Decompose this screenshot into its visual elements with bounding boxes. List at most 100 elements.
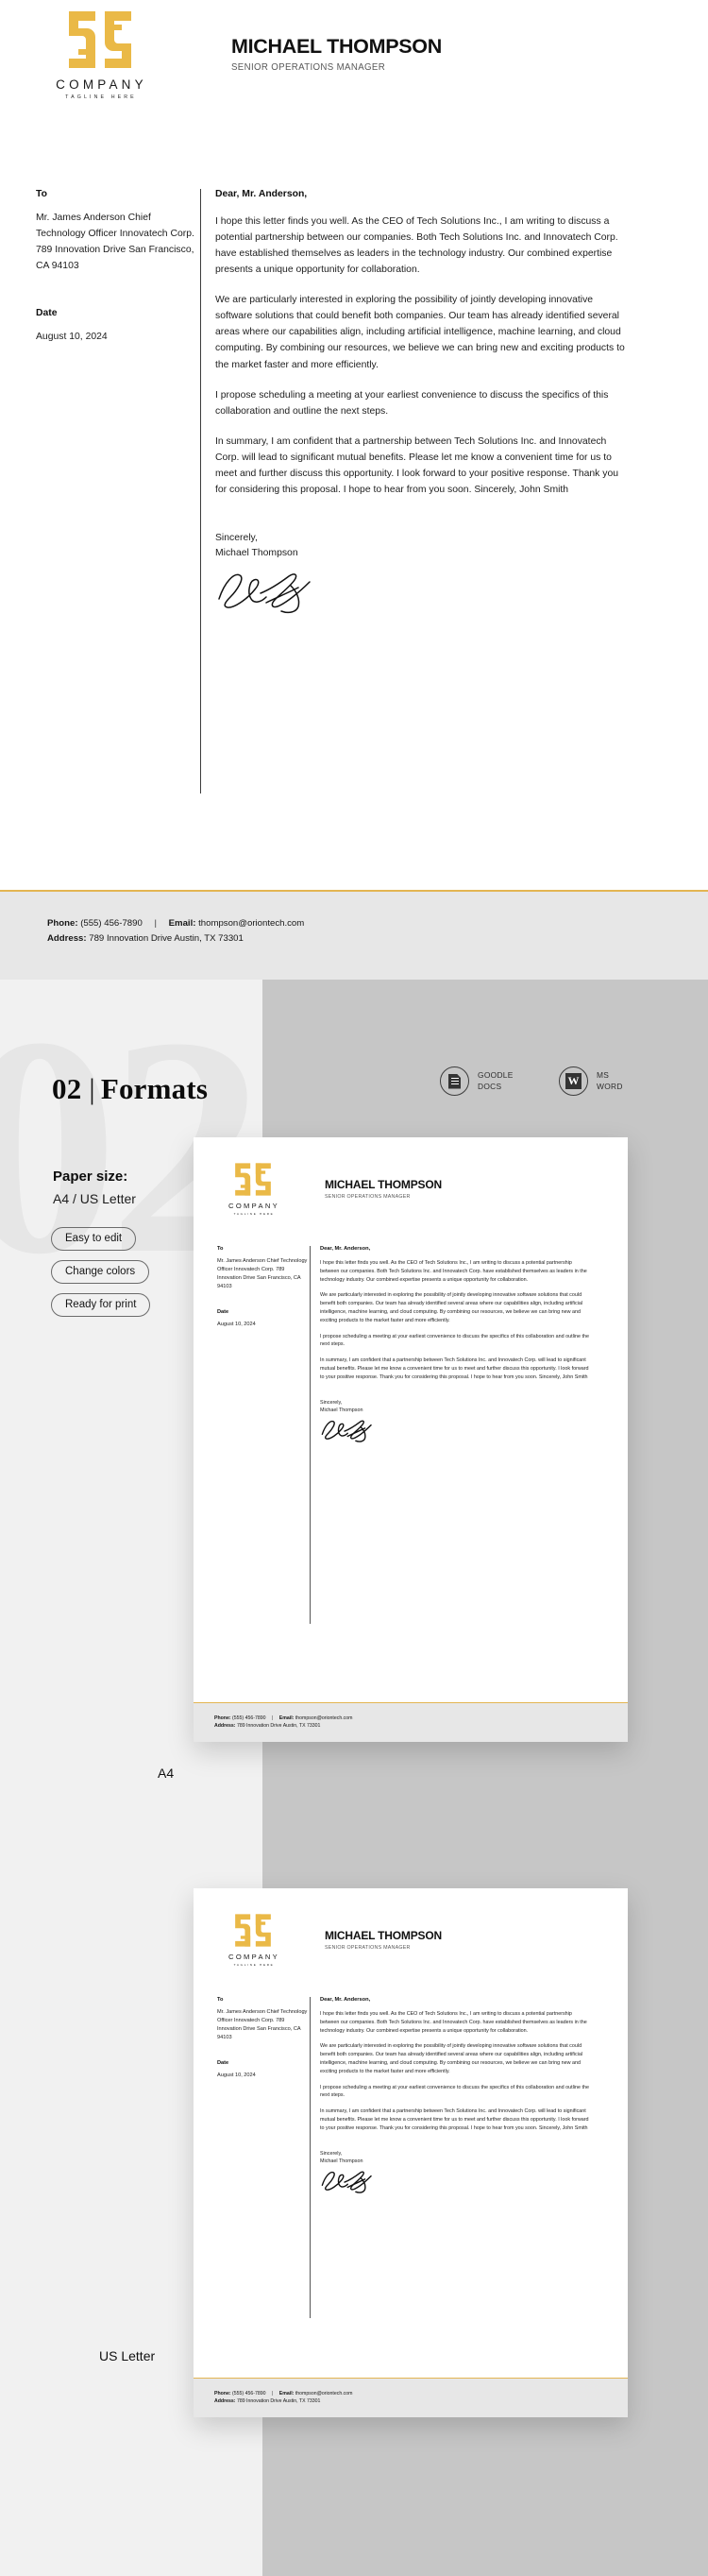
letter-paragraph: In summary, I am confident that a partne… bbox=[215, 435, 619, 495]
letter-content-column: Dear, Mr. Anderson, I hope this letter f… bbox=[320, 1246, 589, 1448]
closing-line: Sincerely, bbox=[215, 532, 258, 543]
vertical-divider bbox=[310, 1246, 311, 1624]
letterhead-template-page: COMPANY TAGLINE HERE MICHAEL THOMPSON SE… bbox=[0, 0, 708, 2576]
date-label: Date bbox=[217, 1309, 229, 1316]
formats-section: 02 02 | Formats Paper size: A4 / US Letter… bbox=[0, 980, 708, 2576]
phone-label: Phone: bbox=[214, 2391, 231, 2397]
to-label: To bbox=[217, 1997, 224, 2003]
handwritten-signature-icon bbox=[218, 573, 311, 614]
letterhead-preview-full: COMPANY TAGLINE HERE MICHAEL THOMPSON SE… bbox=[0, 0, 708, 980]
letter-paragraph: We are particularly interested in explor… bbox=[320, 2043, 583, 2074]
footer-contact-info: Phone: (555) 456-7890 | Email: thompson@… bbox=[47, 916, 304, 946]
letter-paragraph: I propose scheduling a meeting at your e… bbox=[320, 2084, 589, 2099]
letter-content-column: Dear, Mr. Anderson, I hope this letter f… bbox=[320, 1997, 589, 2199]
badge-line2: WORD bbox=[597, 1081, 623, 1091]
footer-line-address: Address: 789 Innovation Drive Austin, TX… bbox=[214, 1722, 628, 1730]
recipient-identity: MICHAEL THOMPSON SENIOR OPERATIONS MANAG… bbox=[325, 1178, 442, 1200]
letterhead-header: COMPANY TAGLINE HERE MICHAEL THOMPSON SE… bbox=[0, 0, 708, 109]
footer-line-phone-email: Phone: (555) 456-7890 | Email: thompson@… bbox=[47, 916, 304, 931]
to-address: Mr. James Anderson Chief Technology Offi… bbox=[217, 1258, 308, 1290]
company-tagline: TAGLINE HERE bbox=[233, 1212, 275, 1216]
format-badge-ms-word[interactable]: W MS WORD bbox=[559, 1066, 623, 1096]
handwritten-signature-icon bbox=[321, 1420, 372, 1443]
feature-pill-ready-for-print[interactable]: Ready for print bbox=[51, 1293, 151, 1317]
address-label: Address: bbox=[214, 2398, 236, 2405]
salutation: Dear, Mr. Anderson, bbox=[320, 1246, 371, 1252]
address-label: Address: bbox=[47, 932, 87, 944]
address-value: 789 Innovation Drive Austin, TX 73301 bbox=[236, 2398, 321, 2405]
letter-paragraph: I propose scheduling a meeting at your e… bbox=[320, 1333, 589, 1348]
letter-paragraph: In summary, I am confident that a partne… bbox=[320, 1357, 589, 1380]
letter-paragraph: We are particularly interested in explor… bbox=[215, 295, 625, 370]
paper-size-label: Paper size: bbox=[53, 1169, 128, 1185]
salutation: Dear, Mr. Anderson, bbox=[320, 1997, 371, 2003]
ms-word-icon: W bbox=[559, 1066, 588, 1096]
date-value: August 10, 2024 bbox=[217, 1322, 256, 1328]
footer-line-phone-email: Phone: (555) 456-7890 | Email: thompson@… bbox=[214, 1714, 628, 1722]
footer-line-address: Address: 789 Innovation Drive Austin, TX… bbox=[47, 931, 304, 947]
format-badge-google-docs[interactable]: GOODLE DOCS bbox=[440, 1066, 514, 1096]
phone-value: (555) 456-7890 bbox=[80, 918, 143, 929]
heading-divider: | bbox=[89, 1072, 95, 1105]
closing-block: Sincerely, Michael Thompson bbox=[320, 2150, 589, 2166]
closing-block: Sincerely, Michael Thompson bbox=[320, 1399, 589, 1415]
paper-size-value: A4 / US Letter bbox=[53, 1191, 136, 1206]
feature-pill-easy-to-edit[interactable]: Easy to edit bbox=[51, 1227, 137, 1251]
email-value: thompson@oriontech.com bbox=[198, 918, 305, 929]
company-monogram-icon bbox=[235, 1163, 271, 1196]
brand-logo: COMPANY TAGLINE HERE bbox=[26, 9, 173, 100]
letter-meta-column: To Mr. James Anderson Chief Technology O… bbox=[217, 1246, 308, 1329]
person-title: SENIOR OPERATIONS MANAGER bbox=[325, 1945, 411, 1951]
date-label: Date bbox=[36, 308, 58, 319]
date-value: August 10, 2024 bbox=[217, 2073, 256, 2079]
closing-line: Sincerely, bbox=[320, 2150, 343, 2157]
phone-label: Phone: bbox=[214, 1715, 231, 1721]
meta-spacer bbox=[36, 274, 198, 308]
closing-name: Michael Thompson bbox=[320, 1407, 363, 1413]
letter-paragraph: In summary, I am confident that a partne… bbox=[320, 2108, 589, 2131]
person-name: MICHAEL THOMPSON bbox=[325, 1929, 442, 1942]
feature-pill-change-colors[interactable]: Change colors bbox=[51, 1260, 150, 1284]
salutation: Dear, Mr. Anderson, bbox=[215, 189, 308, 199]
closing-line: Sincerely, bbox=[320, 1399, 343, 1406]
company-name: COMPANY bbox=[56, 77, 147, 92]
letterhead-footer: Phone: (555) 456-7890 | Email: thompson@… bbox=[194, 2378, 628, 2417]
email-value: thompson@oriontech.com bbox=[295, 1715, 353, 1721]
vertical-divider bbox=[200, 189, 201, 793]
recipient-identity: MICHAEL THOMPSON SENIOR OPERATIONS MANAG… bbox=[325, 1929, 442, 1951]
letter-paragraph: I hope this letter finds you well. As th… bbox=[215, 216, 618, 276]
letter-meta-column: To Mr. James Anderson Chief Technology O… bbox=[36, 189, 198, 346]
document-preview-us-letter[interactable]: COMPANY TAGLINE HERE MICHAEL THOMPSON SE… bbox=[194, 1888, 628, 2417]
meta-spacer bbox=[217, 1291, 308, 1309]
letterhead-footer: Phone: (555) 456-7890 | Email: thompson@… bbox=[0, 890, 708, 980]
vertical-divider bbox=[310, 1997, 311, 2318]
person-title: SENIOR OPERATIONS MANAGER bbox=[325, 1194, 411, 1200]
closing-block: Sincerely, Michael Thompson bbox=[215, 531, 631, 561]
letter-meta-column: To Mr. James Anderson Chief Technology O… bbox=[217, 1997, 308, 2080]
footer-contact-info: Phone: (555) 456-7890 | Email: thompson@… bbox=[194, 2379, 628, 2406]
company-tagline: TAGLINE HERE bbox=[65, 94, 137, 100]
preview-caption-us-letter: US Letter bbox=[99, 2348, 156, 2363]
letter-paragraph: I hope this letter finds you well. As th… bbox=[320, 1260, 587, 1283]
person-title: SENIOR OPERATIONS MANAGER bbox=[231, 62, 386, 74]
person-name: MICHAEL THOMPSON bbox=[325, 1178, 442, 1191]
date-value: August 10, 2024 bbox=[36, 332, 108, 343]
section-heading: 02 | Formats bbox=[52, 1072, 208, 1106]
closing-name: Michael Thompson bbox=[320, 2158, 363, 2164]
to-address: Mr. James Anderson Chief Technology Offi… bbox=[217, 2009, 308, 2041]
letter-paragraph: I hope this letter finds you well. As th… bbox=[320, 2011, 587, 2034]
email-label: Email: bbox=[278, 2391, 295, 2397]
section-number: 02 bbox=[52, 1072, 82, 1105]
email-value: thompson@oriontech.com bbox=[295, 2391, 353, 2397]
google-docs-icon bbox=[440, 1066, 469, 1096]
footer-separator: | bbox=[271, 1715, 274, 1721]
phone-label: Phone: bbox=[47, 918, 78, 929]
footer-separator: | bbox=[154, 918, 157, 929]
badge-line1: MS bbox=[597, 1070, 610, 1081]
document-preview-a4[interactable]: COMPANY TAGLINE HERE MICHAEL THOMPSON SE… bbox=[194, 1137, 628, 1742]
person-name: MICHAEL THOMPSON bbox=[231, 34, 442, 58]
address-value: 789 Innovation Drive Austin, TX 73301 bbox=[236, 1723, 321, 1730]
handwritten-signature-icon bbox=[321, 2171, 372, 2194]
mini-header: COMPANY TAGLINE HERE MICHAEL THOMPSON SE… bbox=[194, 1137, 628, 1216]
to-label: To bbox=[36, 189, 47, 199]
